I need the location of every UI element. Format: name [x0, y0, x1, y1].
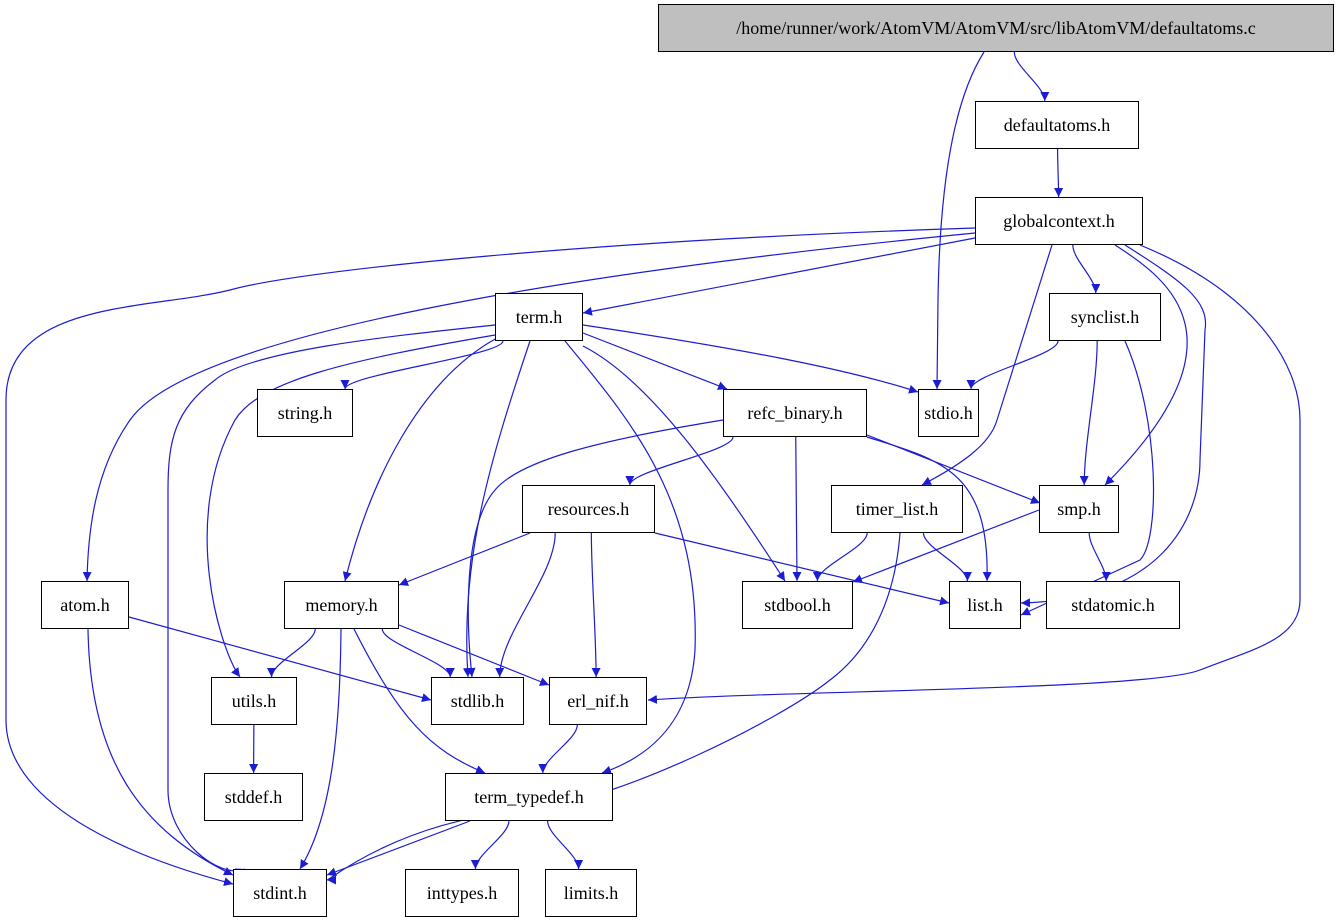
edge-synclist-to-list — [1020, 340, 1155, 616]
node-label: stdio.h — [924, 402, 973, 423]
node-label: stdlib.h — [450, 690, 505, 711]
edge-synclist-to-stdio — [966, 340, 1059, 390]
node-stdatomic[interactable]: stdatomic.h — [1046, 581, 1180, 629]
node-label: term.h — [515, 306, 563, 327]
node-label: erl_nif.h — [567, 690, 629, 711]
node-stdio[interactable]: stdio.h — [918, 389, 979, 437]
edge-refc_binary-to-resources — [625, 436, 734, 486]
edge-synclist-to-smp — [1079, 340, 1098, 486]
edge-globalcontext-to-synclist — [1072, 244, 1101, 294]
edge-term_typedef-to-inttypes — [470, 820, 510, 870]
node-label: defaultatoms.h — [1003, 114, 1111, 135]
node-label: string.h — [277, 402, 333, 423]
edge-resources-to-stdlib — [495, 532, 556, 678]
node-label: term_typedef.h — [474, 786, 584, 807]
edge-memory-to-stdlib — [381, 628, 455, 678]
edge-smp-to-stdatomic — [1088, 532, 1111, 582]
edge-resources-to-memory — [398, 532, 531, 586]
node-stdint[interactable]: stdint.h — [233, 869, 327, 917]
edge-term_typedef-to-stdint — [326, 820, 471, 877]
node-label: globalcontext.h — [1003, 210, 1115, 231]
node-label: timer_list.h — [855, 498, 939, 519]
node-list[interactable]: list.h — [949, 581, 1021, 629]
include-graph: /home/runner/work/AtomVM/AtomVM/src/libA… — [0, 0, 1339, 923]
node-label: list.h — [967, 594, 1003, 615]
node-label: stdint.h — [253, 882, 307, 903]
node-stdbool[interactable]: stdbool.h — [742, 581, 853, 629]
node-timer-list[interactable]: timer_list.h — [831, 485, 963, 533]
node-label: atom.h — [60, 594, 110, 615]
edge-memory-to-utils — [267, 628, 316, 678]
edge-refc_binary-to-stdbool — [792, 436, 802, 582]
edge-term-to-refc_binary — [582, 332, 728, 390]
node-refc-binary[interactable]: refc_binary.h — [723, 389, 867, 437]
edge-root-to-defaultatoms — [1013, 51, 1050, 102]
node-label: utils.h — [231, 690, 277, 711]
edge-term-to-stdlib — [462, 340, 531, 678]
edge-resources-to-erl_nif — [590, 532, 601, 678]
edge-globalcontext-to-timer_list — [921, 244, 1053, 486]
edge-atom-to-stdint — [87, 628, 234, 876]
node-erl-nif[interactable]: erl_nif.h — [549, 677, 647, 725]
node-limits[interactable]: limits.h — [545, 869, 637, 917]
edge-erl_nif-to-term_typedef — [538, 724, 578, 774]
node-label: memory.h — [305, 594, 378, 615]
node-resources[interactable]: resources.h — [522, 485, 655, 533]
edge-globalcontext-to-smp — [1104, 244, 1188, 486]
node-label: limits.h — [563, 882, 619, 903]
node-memory[interactable]: memory.h — [284, 581, 399, 629]
node-root[interactable]: /home/runner/work/AtomVM/AtomVM/src/libA… — [658, 4, 1334, 52]
node-inttypes[interactable]: inttypes.h — [405, 869, 519, 917]
node-label: inttypes.h — [426, 882, 498, 903]
edge-globalcontext-to-erl_nif — [647, 244, 1301, 704]
node-string[interactable]: string.h — [257, 389, 353, 437]
node-globalcontext[interactable]: globalcontext.h — [975, 197, 1143, 245]
node-synclist[interactable]: synclist.h — [1049, 293, 1161, 341]
node-label: stdatomic.h — [1071, 594, 1155, 615]
edge-term_typedef-to-limits — [547, 820, 584, 870]
node-term-typedef[interactable]: term_typedef.h — [445, 773, 613, 821]
edge-defaultatoms-to-globalcontext — [1054, 148, 1064, 198]
node-smp[interactable]: smp.h — [1039, 485, 1119, 533]
node-label: /home/runner/work/AtomVM/AtomVM/src/libA… — [736, 17, 1256, 38]
node-stdlib[interactable]: stdlib.h — [431, 677, 524, 725]
edge-memory-to-stdint — [299, 628, 342, 870]
edge-term-to-stdbool — [582, 345, 786, 582]
node-label: refc_binary.h — [747, 402, 843, 423]
node-atom[interactable]: atom.h — [41, 581, 129, 629]
edge-globalcontext-to-term — [582, 237, 976, 316]
node-label: smp.h — [1057, 498, 1101, 519]
node-label: stddef.h — [224, 786, 283, 807]
node-label: synclist.h — [1070, 306, 1140, 327]
node-defaultatoms[interactable]: defaultatoms.h — [975, 101, 1139, 149]
node-stddef[interactable]: stddef.h — [204, 773, 303, 821]
node-term[interactable]: term.h — [495, 293, 583, 341]
node-label: resources.h — [547, 498, 630, 519]
node-utils[interactable]: utils.h — [211, 677, 297, 725]
node-label: stdbool.h — [764, 594, 831, 615]
